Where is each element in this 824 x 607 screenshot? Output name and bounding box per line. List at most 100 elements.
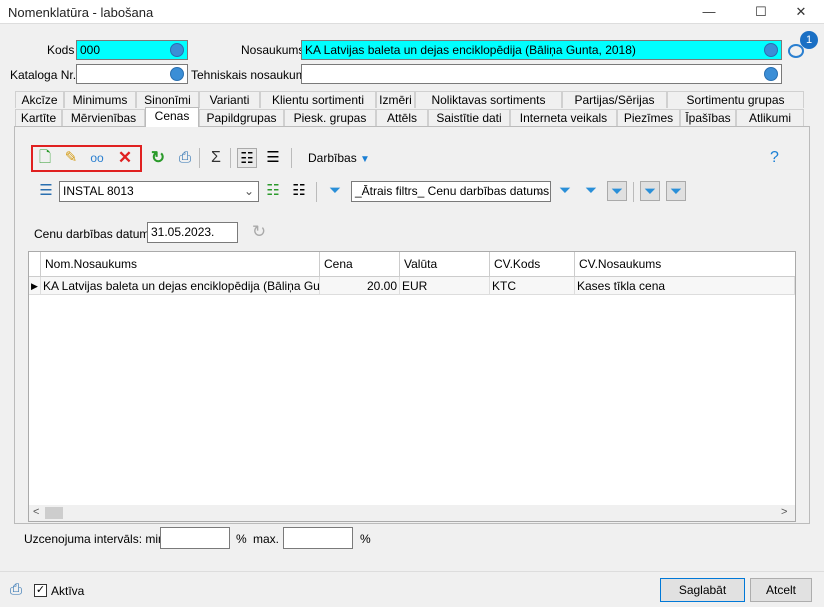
favorite-filter-icon[interactable]: ⏷ <box>607 181 627 201</box>
tab-sinonimi[interactable]: Sinonīmi <box>136 91 199 108</box>
tab-minimums[interactable]: Minimums <box>64 91 136 108</box>
globe-icon[interactable] <box>170 43 184 57</box>
tab-papildgrupas[interactable]: Papildgrupas <box>199 109 284 126</box>
markup-label: Uzcenojuma intervāls: min. <box>24 532 169 546</box>
date-input[interactable]: 31.05.2023. <box>147 222 238 243</box>
markup-max-label: max. <box>253 532 280 546</box>
cancel-button[interactable]: Atcelt <box>750 578 812 602</box>
separator <box>199 148 200 168</box>
row-pointer-icon: ▶ <box>29 277 41 295</box>
save-button[interactable]: Saglabāt <box>660 578 745 602</box>
chevron-down-icon: ⌄ <box>243 184 254 198</box>
title-bar: Nomenklatūra - labošana — ☐ ✕ <box>0 0 824 24</box>
grid-view-icon[interactable]: ☷ <box>237 148 257 168</box>
chevron-down-icon: ⌄ <box>535 184 546 198</box>
tab-mervienibas[interactable]: Mērvienības <box>62 109 145 126</box>
globe-icon[interactable] <box>170 67 184 81</box>
layout-icon[interactable]: ☰ <box>36 181 56 201</box>
view-document-icon[interactable]: oo <box>87 148 107 168</box>
tab-ipasibas[interactable]: Īpašības <box>680 109 736 126</box>
print-icon[interactable]: ⎙ <box>175 148 195 168</box>
layouts-list-icon[interactable]: ☷ <box>289 181 309 201</box>
date-label: Cenu darbības datums <box>34 227 156 241</box>
close-button[interactable]: ✕ <box>778 0 824 24</box>
user-filter-icon[interactable]: ⏷ <box>640 181 660 201</box>
comments-badge: 1 <box>800 31 818 49</box>
print-icon[interactable]: ⎙ <box>6 580 26 600</box>
refresh-icon[interactable]: ↻ <box>148 148 168 168</box>
filter-select[interactable]: _Ātrais filtrs_ Cenu darbības datums ⌄ <box>351 181 551 202</box>
percent-label: % <box>236 532 247 546</box>
cell-cv-nosaukums[interactable]: Kases tīkla cena <box>575 277 795 295</box>
tab-partijas-serijas[interactable]: Partijas/Sērijas <box>562 91 667 108</box>
globe-icon[interactable] <box>764 67 778 81</box>
kods-input[interactable]: 000 <box>76 40 188 60</box>
column-header-cv-nosaukums[interactable]: CV.Nosaukums <box>575 252 795 277</box>
sum-icon[interactable]: Σ <box>206 148 226 168</box>
markup-min-input[interactable] <box>160 527 230 549</box>
column-header-cena[interactable]: Cena <box>320 252 400 277</box>
markup-max-input[interactable] <box>283 527 353 549</box>
actions-label: Darbības <box>308 151 357 165</box>
sort-filter-icon[interactable]: ⏷ <box>581 181 601 201</box>
cell-valuta[interactable]: EUR <box>400 277 490 295</box>
tab-interneta-veikals[interactable]: Interneta veikals <box>510 109 617 126</box>
tab-atlikumi[interactable]: Atlikumi <box>736 109 804 126</box>
tab-klientu-sortimenti[interactable]: Klientu sortimenti <box>260 91 376 108</box>
minimize-button[interactable]: — <box>686 0 732 24</box>
separator <box>316 182 317 202</box>
actions-menu[interactable]: Darbības ▼ <box>308 151 370 165</box>
help-button[interactable]: ? <box>770 149 779 167</box>
separator <box>291 148 292 168</box>
cell-cv-kods[interactable]: KTC <box>490 277 575 295</box>
nosaukums-value: KA Latvijas baleta un dejas enciklopēdij… <box>305 43 636 57</box>
horizontal-scrollbar[interactable]: < > <box>29 505 795 521</box>
nosaukums-input[interactable]: KA Latvijas baleta un dejas enciklopēdij… <box>301 40 782 60</box>
layout-value: INSTAL 8013 <box>63 184 134 198</box>
filter-help-icon[interactable]: ⏷ <box>666 181 686 201</box>
tab-kartite[interactable]: Kartīte <box>15 109 62 126</box>
nosaukums-label: Nosaukums <box>241 43 305 57</box>
add-layout-icon[interactable]: ☷ <box>263 181 283 201</box>
filter-value: _Ātrais filtrs_ Cenu darbības datums <box>355 184 550 198</box>
globe-icon[interactable] <box>764 43 778 57</box>
tab-saistitie-dati[interactable]: Saistītie dati <box>428 109 510 126</box>
column-header-valuta[interactable]: Valūta <box>400 252 490 277</box>
add-filter-icon[interactable]: ⏷ <box>555 181 575 201</box>
kods-value: 000 <box>80 43 101 57</box>
separator <box>633 182 634 202</box>
scroll-right-icon[interactable]: > <box>781 506 787 518</box>
column-header-nom-nosaukums[interactable]: Nom.Nosaukums <box>41 252 320 277</box>
scroll-left-icon[interactable]: < <box>33 506 39 518</box>
percent-label: % <box>360 532 371 546</box>
tab-izmeri[interactable]: Izmēri <box>376 91 415 108</box>
tab-attels[interactable]: Attēls <box>376 109 428 126</box>
tehniskais-input[interactable] <box>301 64 782 84</box>
date-refresh-icon[interactable]: ↻ <box>249 222 269 242</box>
edit-filter-icon[interactable]: ⏷ <box>325 181 345 201</box>
divider <box>0 571 824 572</box>
tab-cenas[interactable]: Cenas <box>145 107 199 127</box>
active-checkbox[interactable]: ✓ <box>34 584 47 597</box>
delete-icon[interactable]: ✕ <box>115 148 135 168</box>
tree-view-icon[interactable]: ☰ <box>263 148 283 168</box>
scrollbar-thumb[interactable] <box>45 507 63 519</box>
tab-sortimentu-grupas[interactable]: Sortimentu grupas <box>667 91 804 108</box>
prices-grid[interactable]: Nom.Nosaukums Cena Valūta CV.Kods CV.Nos… <box>28 251 796 522</box>
layout-select[interactable]: INSTAL 8013 ⌄ <box>59 181 259 202</box>
tab-noliktavas-sortiments[interactable]: Noliktavas sortiments <box>415 91 562 108</box>
tab-varianti[interactable]: Varianti <box>199 91 260 108</box>
cell-cena[interactable]: 20.00 <box>320 277 400 295</box>
new-document-icon[interactable]: 🗋 <box>35 148 55 168</box>
cell-nom-nosaukums[interactable]: KA Latvijas baleta un dejas enciklopēdij… <box>41 277 320 295</box>
tab-piesk-grupas[interactable]: Piesk. grupas <box>284 109 376 126</box>
edit-document-icon[interactable]: ✎ <box>61 148 81 168</box>
kataloga-input[interactable] <box>76 64 188 84</box>
date-value: 31.05.2023. <box>151 225 215 239</box>
active-label: Aktīva <box>51 584 85 598</box>
tab-piezimes[interactable]: Piezīmes <box>617 109 680 126</box>
tab-akcize[interactable]: Akcīze <box>15 91 64 108</box>
window-title: Nomenklatūra - labošana <box>8 5 154 20</box>
separator <box>230 148 231 168</box>
column-header-cv-kods[interactable]: CV.Kods <box>490 252 575 277</box>
